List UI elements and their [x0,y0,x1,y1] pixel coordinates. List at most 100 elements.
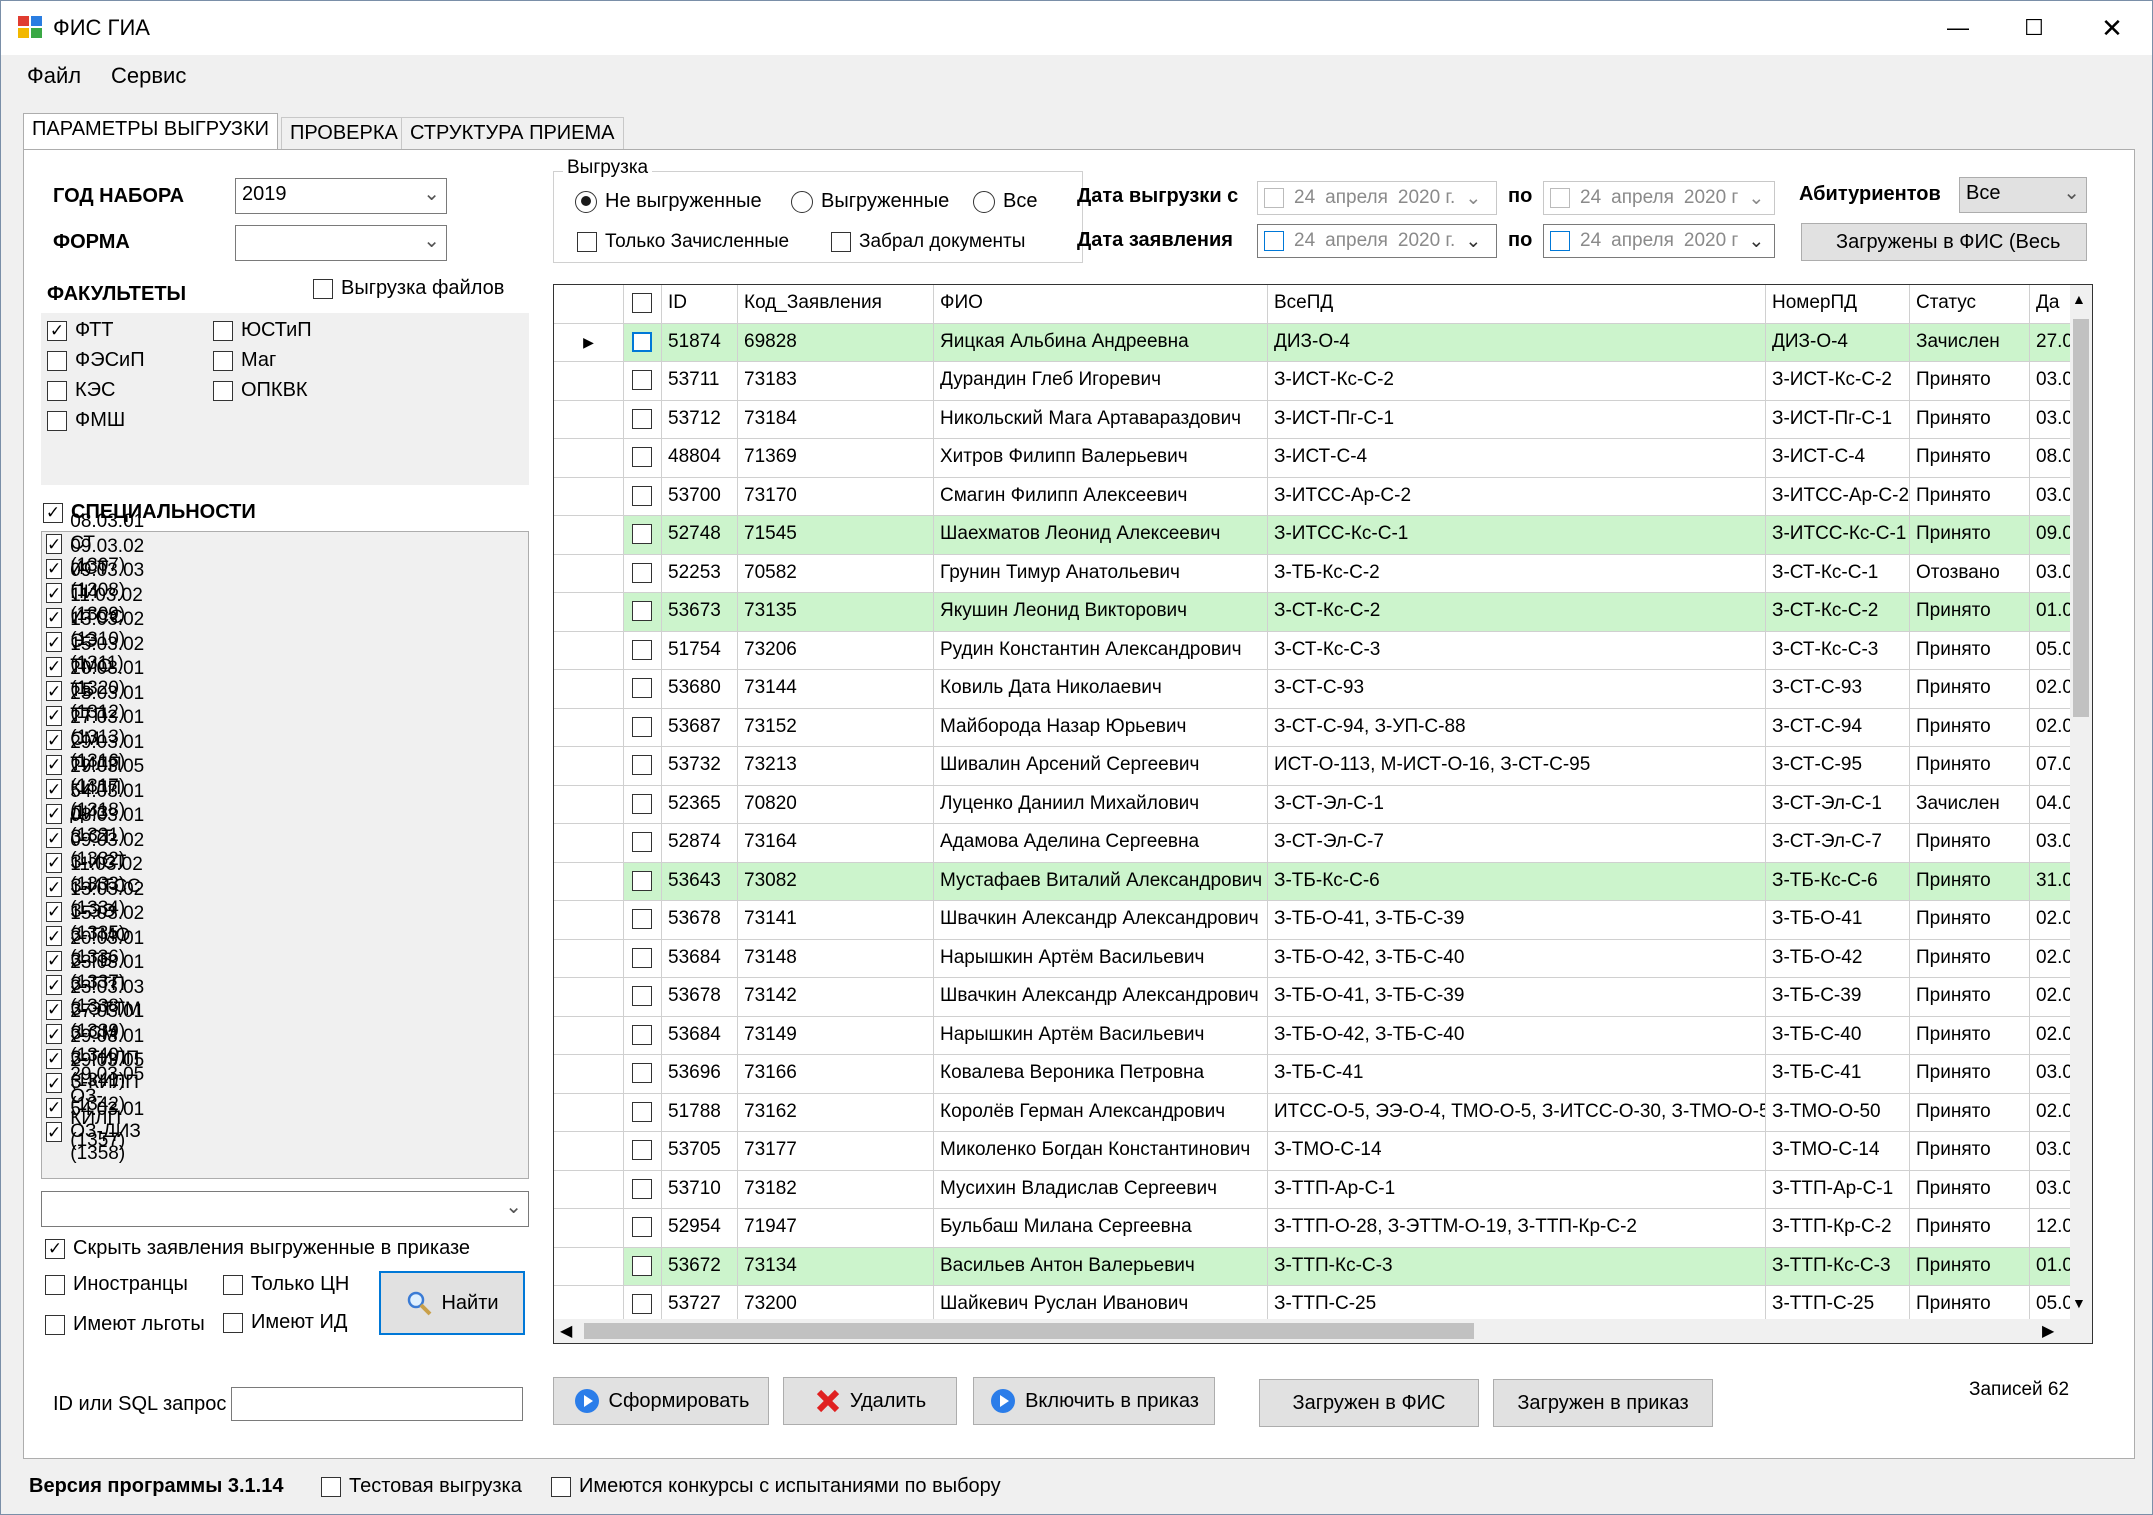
cell-status[interactable]: Принято [1910,1055,2030,1094]
cell-status[interactable]: Принято [1910,400,2030,439]
radio-not-exported[interactable]: Не выгруженные [575,190,762,213]
checkbox-box[interactable] [632,947,652,968]
only-enrolled-checkbox[interactable]: Только Зачисленные [577,231,789,253]
cell-code[interactable]: 73162 [738,1093,934,1132]
cell-num[interactable]: З-ТБ-С-41 [1766,1055,1910,1094]
cell-fio[interactable]: Бульбаш Милана Сергеевна [934,1209,1268,1248]
cell-all[interactable]: З-ТБ-О-42, З-ТБ-С-40 [1268,1016,1766,1055]
row-header[interactable] [554,1016,624,1055]
cell-num[interactable]: З-ТБ-Кс-С-6 [1766,862,1910,901]
faculty-item[interactable]: ЮСТиП [213,319,312,342]
benefits-checkbox[interactable]: Имеют льготы [45,1313,205,1336]
row-checkbox[interactable] [624,1132,662,1171]
cell-num[interactable]: З-ТТП-Ар-С-1 [1766,1170,1910,1209]
row-checkbox[interactable] [624,439,662,478]
radio-icon[interactable] [791,190,813,213]
cell-num[interactable]: ДИЗ-О-4 [1766,323,1910,362]
row-header[interactable] [554,939,624,978]
cell-fio[interactable]: Швачкин Александр Александрович [934,978,1268,1017]
checkbox-box[interactable] [632,293,652,313]
table-row[interactable]: 53672 73134 Васильев Антон Валерьевич З-ТТП… [554,1247,2074,1286]
hide-exported-checkbox[interactable]: ✓ Скрыть заявления выгруженные в приказе [45,1237,470,1260]
checkbox-box[interactable] [632,1255,652,1276]
checkbox-box[interactable] [632,562,652,583]
table-row[interactable]: 53678 73142 Швачкин Александр Александрови… [554,978,2074,1017]
row-header[interactable] [554,824,624,863]
check-icon[interactable]: ✓ [47,320,67,341]
cell-status[interactable]: Принято [1910,939,2030,978]
cell-code[interactable]: 73142 [738,978,934,1017]
cell-date[interactable]: 09.0 [2030,516,2074,555]
cell-date[interactable]: 03.0 [2030,477,2074,516]
checkbox-box[interactable] [223,1274,243,1295]
cell-all[interactable]: З-ТТП-Ар-С-1 [1268,1170,1766,1209]
files-export-checkbox[interactable]: Выгрузка файлов [313,277,504,300]
cell-code[interactable]: 69828 [738,323,934,362]
check-icon[interactable]: ✓ [45,1238,65,1259]
checkbox-box[interactable] [632,1140,652,1160]
cell-all[interactable]: З-СТ-С-94, З-УП-С-88 [1268,708,1766,747]
check-icon[interactable]: ✓ [46,534,63,555]
cell-num[interactable]: З-СТ-Кс-С-2 [1766,593,1910,632]
cell-status[interactable]: Отозвано [1910,554,2030,593]
cell-fio[interactable]: Рудин Константин Александрович [934,631,1268,670]
checkbox-box[interactable] [632,909,652,929]
checkbox-box[interactable] [632,524,652,544]
cell-date[interactable]: 04.0 [2030,785,2074,824]
cell-code[interactable]: 73170 [738,477,934,516]
cell-num[interactable]: З-СТ-С-95 [1766,747,1910,786]
loaded-order-button[interactable]: Загружен в приказ [1493,1379,1713,1427]
cell-date[interactable]: 27.0 [2030,323,2074,362]
row-header[interactable] [554,708,624,747]
checkbox-box[interactable] [632,1101,652,1122]
row-checkbox[interactable] [624,670,662,709]
cell-fio[interactable]: Грунин Тимур Анатольевич [934,554,1268,593]
check-icon[interactable]: ✓ [46,558,63,579]
row-header[interactable] [554,1247,624,1286]
maximize-icon[interactable]: ☐ [1996,1,2072,55]
year-select[interactable]: 2019 ⌄ [235,178,447,214]
cell-fio[interactable]: Нарышкин Артём Васильевич [934,939,1268,978]
cell-status[interactable]: Принято [1910,670,2030,709]
table-row[interactable]: 53712 73184 Никольский Мага Артавараздович… [554,400,2074,439]
cell-fio[interactable]: Миколенко Богдан Константинович [934,1132,1268,1171]
cell-num[interactable]: З-ИСТ-С-4 [1766,439,1910,478]
cell-code[interactable]: 73134 [738,1247,934,1286]
faculty-item[interactable]: ФМШ [47,409,125,432]
contests-checkbox[interactable]: Имеются конкурсы с испытаниями по выбору [551,1475,1001,1498]
table-row[interactable]: 52253 70582 Грунин Тимур Анатольевич З-ТБ-К… [554,554,2074,593]
cell-all[interactable]: З-ТБ-О-42, З-ТБ-С-40 [1268,939,1766,978]
col-header-fio[interactable]: ФИО [934,285,1268,324]
row-header[interactable] [554,862,624,901]
has-id-checkbox[interactable]: Имеют ИД [223,1311,347,1334]
checkbox-box[interactable] [213,380,233,401]
row-header[interactable] [554,439,624,478]
close-icon[interactable]: ✕ [2074,1,2150,55]
cell-id[interactable]: 52365 [662,785,738,824]
cell-id[interactable]: 53643 [662,862,738,901]
cell-fio[interactable]: Шивалин Арсений Сергеевич [934,747,1268,786]
table-row[interactable]: 52874 73164 Адамова Аделина Сергеевна З-СТ-… [554,824,2074,863]
cell-date[interactable]: 02.0 [2030,901,2074,940]
cell-num[interactable]: З-ТМО-С-14 [1766,1132,1910,1171]
cell-id[interactable]: 51754 [662,631,738,670]
cell-all[interactable]: З-СТ-Эл-С-1 [1268,785,1766,824]
row-checkbox[interactable] [624,1247,662,1286]
checkbox-box[interactable] [632,678,652,698]
spec-item[interactable]: ✓ 54.03.01 ОЗ-ДИЗ (1358) [46,1099,148,1164]
row-header[interactable] [554,1170,624,1209]
faculty-item[interactable]: Маг [213,349,276,372]
cell-all[interactable]: З-ИСТ-Кс-С-2 [1268,362,1766,401]
cell-date[interactable]: 05.0 [2030,631,2074,670]
delete-button[interactable]: Удалить [783,1377,957,1425]
row-checkbox[interactable] [624,1055,662,1094]
check-icon[interactable]: ✓ [46,656,63,677]
date-app-from[interactable]: 24 апреля 2020 г. ⌄ [1257,224,1497,258]
checkbox-box[interactable] [223,1312,243,1333]
cell-status[interactable]: Принято [1910,901,2030,940]
applicants-select[interactable]: Все ⌄ [1959,177,2087,213]
check-icon[interactable]: ✓ [46,852,63,873]
row-header[interactable] [554,631,624,670]
cell-id[interactable]: 53700 [662,477,738,516]
cell-fio[interactable]: Королёв Герман Александрович [934,1093,1268,1132]
